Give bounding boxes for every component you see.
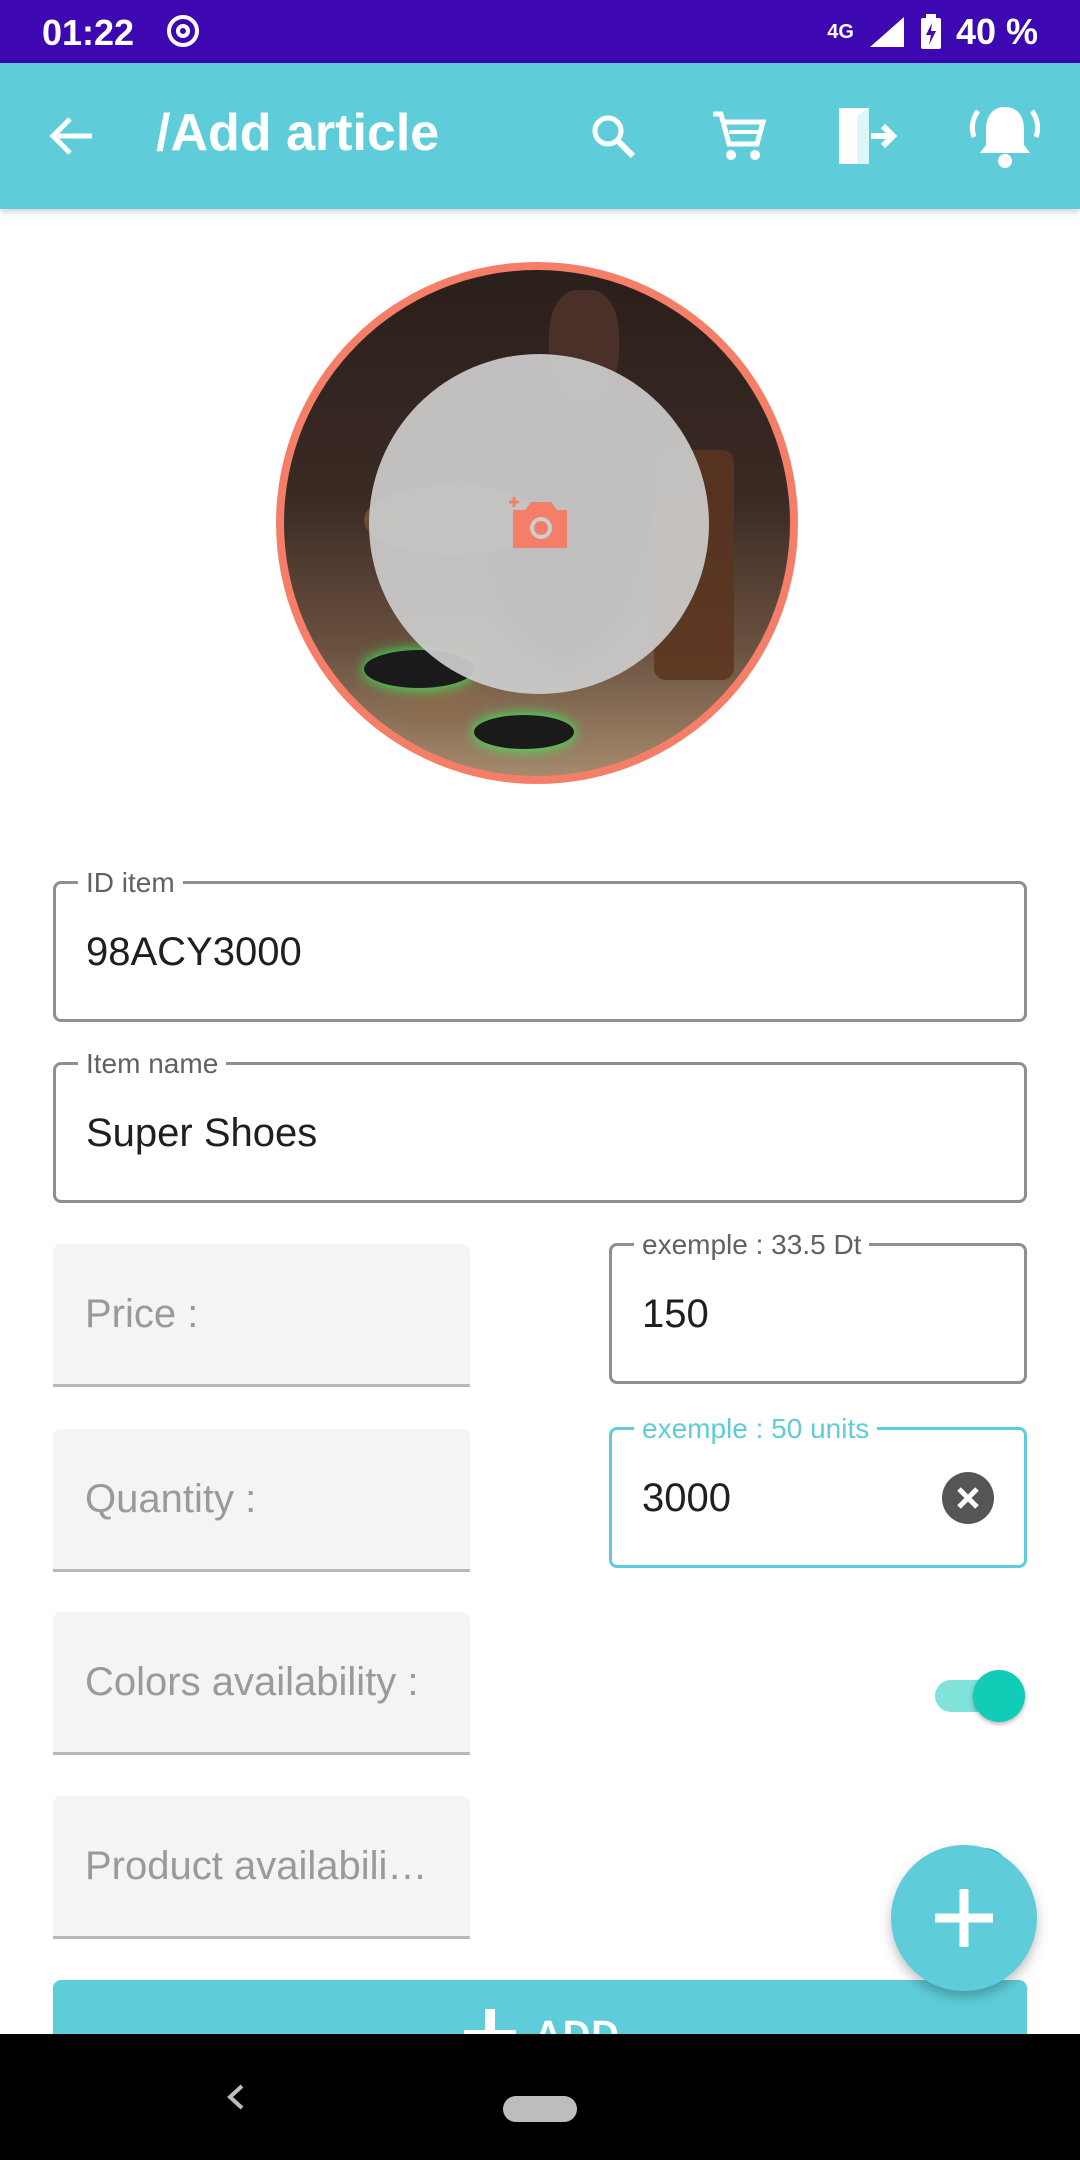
quantity-value: 3000 (642, 1476, 731, 1520)
id-item-label: ID item (78, 867, 183, 899)
colors-toggle-thumb (973, 1670, 1025, 1722)
nav-back-icon[interactable] (220, 2080, 254, 2114)
price-value: 150 (642, 1292, 709, 1336)
item-name-value: Super Shoes (86, 1111, 318, 1155)
product-photo[interactable] (276, 262, 798, 784)
system-nav-bar (0, 2034, 1080, 2160)
clear-quantity-button[interactable] (942, 1472, 994, 1524)
network-type: 4G (827, 21, 854, 43)
camera-add-icon (509, 497, 567, 548)
signal-icon (869, 17, 904, 47)
photo-shoe (474, 715, 574, 749)
nav-home-pill[interactable] (503, 2096, 577, 2122)
colors-label-box: Colors availability : (53, 1612, 470, 1755)
price-label-box: Price : (53, 1244, 470, 1387)
logout-icon (839, 108, 898, 164)
notifications-button[interactable] (968, 99, 1042, 173)
status-time: 01:22 (42, 12, 135, 53)
price-label: Price : (85, 1292, 199, 1336)
bell-icon (969, 107, 1041, 168)
logout-button[interactable] (830, 99, 904, 173)
quantity-label: Quantity : (85, 1477, 257, 1521)
colors-toggle[interactable] (935, 1668, 1025, 1722)
battery-icon (920, 14, 941, 49)
status-indicators: 4G 40 % (827, 10, 1038, 54)
change-photo-button[interactable] (369, 354, 709, 694)
back-button[interactable] (34, 99, 108, 173)
product-label-box: Product availabili… (53, 1796, 470, 1939)
search-button[interactable] (576, 99, 650, 173)
product-label: Product availabili… (85, 1844, 428, 1888)
at-sign-icon (167, 15, 199, 47)
cart-button[interactable] (702, 99, 776, 173)
fab-add-button[interactable] (891, 1845, 1037, 1991)
id-item-value: 98ACY3000 (86, 930, 302, 974)
colors-label: Colors availability : (85, 1660, 419, 1704)
price-hint: exemple : 33.5 Dt (634, 1229, 870, 1261)
quantity-field[interactable]: exemple : 50 units 3000 (609, 1413, 1027, 1568)
quantity-hint: exemple : 50 units (634, 1413, 878, 1445)
item-name-label: Item name (78, 1048, 227, 1080)
arrow-back-icon (49, 117, 92, 155)
battery-level: 40 % (955, 11, 1038, 52)
app-bar: /Add article (0, 63, 1080, 209)
page-title: /Add article (156, 104, 440, 162)
id-item-field[interactable]: ID item 98ACY3000 (53, 867, 1027, 1022)
quantity-label-box: Quantity : (53, 1429, 470, 1572)
price-field[interactable]: exemple : 33.5 Dt 150 (609, 1229, 1027, 1384)
status-bar: 01:22 4G 40 % (0, 0, 1080, 63)
search-icon (592, 115, 636, 159)
close-icon (957, 1487, 979, 1509)
plus-icon (935, 1889, 993, 1947)
item-name-field[interactable]: Item name Super Shoes (53, 1048, 1027, 1203)
cart-icon (713, 111, 767, 160)
